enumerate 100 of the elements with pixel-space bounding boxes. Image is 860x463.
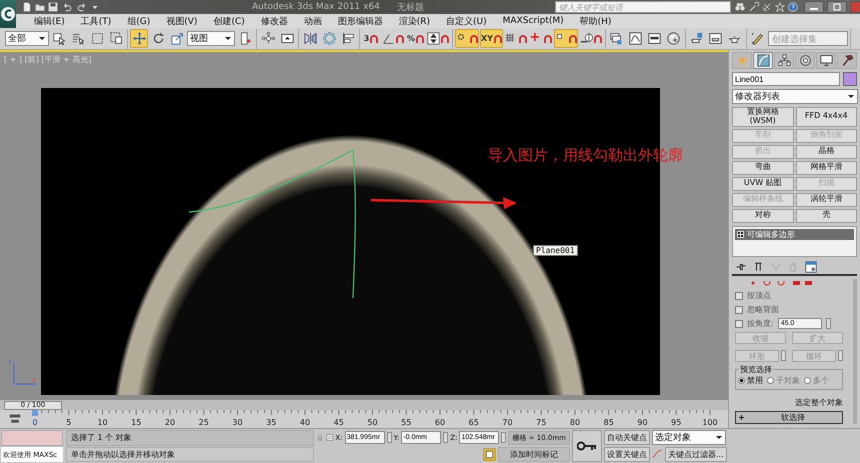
magnet-icon — [494, 34, 502, 42]
frame-number: 65 — [468, 418, 479, 427]
radio-label: 禁用 — [747, 375, 763, 386]
frame-number: 90 — [637, 418, 648, 427]
frame-number: 80 — [570, 418, 580, 427]
edge-icon[interactable] — [764, 281, 770, 286]
radio-button[interactable] — [767, 377, 774, 384]
modifier-button[interactable]: 置换网格 (WSM) — [732, 107, 794, 127]
frame-number: 35 — [266, 418, 276, 427]
menu-item[interactable]: 工具(T) — [72, 14, 120, 28]
folder-icon[interactable] — [35, 2, 45, 12]
panel-tab[interactable] — [774, 52, 794, 69]
key-target-dropdown[interactable]: 选定对象 — [652, 430, 726, 446]
time-tag-icon[interactable] — [483, 448, 496, 461]
pin-icon[interactable] — [735, 262, 747, 272]
tangent-icon[interactable] — [652, 448, 663, 460]
hierarchy-icon — [778, 54, 790, 67]
configure-icon[interactable] — [805, 261, 817, 273]
frame-number: 30 — [232, 418, 243, 427]
frame-number: 20 — [164, 418, 176, 427]
menu-item[interactable]: 自定义(U) — [438, 14, 495, 28]
dots-ring-icon — [322, 32, 336, 45]
menu-item[interactable]: 帮助(H) — [572, 14, 620, 28]
current-frame-marker[interactable] — [32, 410, 38, 416]
save-icon[interactable] — [48, 2, 58, 12]
dropdown[interactable]: 视图 — [187, 31, 235, 46]
track-bar-icon[interactable] — [8, 413, 22, 425]
modifier-button[interactable]: UVW 贴图 — [732, 176, 794, 191]
snap-toggle[interactable]: XY — [480, 29, 503, 48]
modifier-button[interactable]: 涡轮平滑 — [796, 192, 857, 207]
key-filters-button[interactable]: 关键点过滤器... — [665, 446, 727, 462]
magnet-icon — [470, 34, 478, 42]
menu-item[interactable]: 动画 — [296, 14, 330, 28]
window-title: Autodesk 3ds Max 2011 x64 — [252, 2, 380, 12]
panel-tab[interactable] — [753, 52, 773, 69]
move-icon — [132, 32, 146, 45]
color-swatch[interactable] — [843, 72, 857, 86]
radio-label: 子对象 — [776, 375, 800, 386]
app-logo-icon[interactable] — [0, 0, 16, 28]
dropdown[interactable]: 全部 — [5, 31, 49, 46]
info-text: 选定整个对象 — [795, 397, 843, 408]
modifier-button[interactable]: FFD 4x4x4 — [796, 107, 857, 127]
search-field[interactable]: 键入关键字或短语 — [554, 1, 731, 13]
vertex-icon[interactable] — [752, 282, 754, 284]
menu-item[interactable]: 修改器 — [252, 14, 296, 28]
bars-icon[interactable] — [754, 262, 764, 272]
time-tag-button[interactable]: 添加时间标记 — [498, 446, 570, 462]
menu-item[interactable]: 视图(V) — [158, 14, 206, 28]
minimize-button[interactable] — [804, 1, 824, 13]
menu-item[interactable]: 创建(C) — [205, 14, 253, 28]
radio-option[interactable]: 禁用 — [738, 375, 763, 386]
frame-number: 45 — [334, 418, 344, 427]
target-icon[interactable] — [326, 432, 334, 444]
binoculars-icon[interactable] — [734, 2, 746, 12]
mirror-icon — [304, 32, 316, 45]
rollout-header[interactable]: 软选择 — [735, 411, 843, 424]
stack-item[interactable]: 可编辑多边形 — [735, 228, 854, 240]
border-icon[interactable] — [778, 281, 784, 286]
menu-item[interactable]: 图形编辑器 — [330, 14, 391, 28]
modifier-button[interactable]: 网格平滑 — [796, 160, 857, 175]
checkbox[interactable] — [735, 320, 743, 328]
spinner[interactable] — [501, 432, 506, 444]
caret-icon[interactable] — [91, 3, 99, 11]
circle-icon — [798, 54, 812, 67]
help-icon[interactable] — [788, 2, 798, 12]
panel-tab[interactable] — [837, 52, 857, 69]
maximize-button[interactable] — [826, 1, 847, 13]
expand-toggle[interactable] — [737, 230, 744, 238]
modifier-button[interactable]: 壳 — [796, 208, 857, 223]
star-icon[interactable] — [774, 2, 785, 12]
modifier-list-dropdown[interactable]: 修改器列表 — [732, 89, 858, 104]
menu-item[interactable]: MAXScript(M) — [494, 16, 572, 26]
snap-toggle[interactable]: 3 — [362, 29, 380, 48]
menu-item[interactable]: 组(G) — [119, 14, 158, 28]
auto-key-button[interactable]: 自动关键点 — [604, 430, 650, 446]
panel-tab[interactable] — [816, 52, 836, 69]
modifier-button[interactable]: 对称 — [732, 208, 794, 223]
radio-button[interactable] — [804, 377, 811, 384]
document-title: 无标题 — [396, 2, 424, 14]
selection-set-field[interactable]: 创建选择集 — [768, 31, 848, 46]
layers-icon — [610, 32, 624, 45]
new-file-icon[interactable] — [22, 2, 32, 12]
spinner[interactable] — [443, 432, 448, 444]
spinner[interactable] — [386, 432, 392, 444]
set-key-button[interactable]: 设置关键点 — [604, 446, 650, 462]
rotate-icon — [152, 32, 164, 45]
snap-toggle[interactable]: % — [406, 29, 426, 48]
frame-number: 55 — [401, 418, 412, 427]
panel-tab[interactable] — [795, 52, 815, 69]
spinner[interactable] — [826, 318, 831, 329]
checkbox[interactable] — [735, 292, 743, 300]
modifier-button[interactable]: 晶格 — [796, 144, 857, 159]
radio-button[interactable] — [738, 377, 745, 384]
object-name-field[interactable]: Line001 — [732, 72, 840, 86]
spinner[interactable] — [781, 350, 786, 361]
spinner[interactable] — [838, 350, 843, 361]
menu-item[interactable]: 编辑(E) — [26, 14, 73, 28]
menu-item[interactable]: 渲染(R) — [390, 14, 438, 28]
modifier-button[interactable]: 弯曲 — [732, 160, 794, 175]
checkbox[interactable] — [735, 306, 743, 314]
